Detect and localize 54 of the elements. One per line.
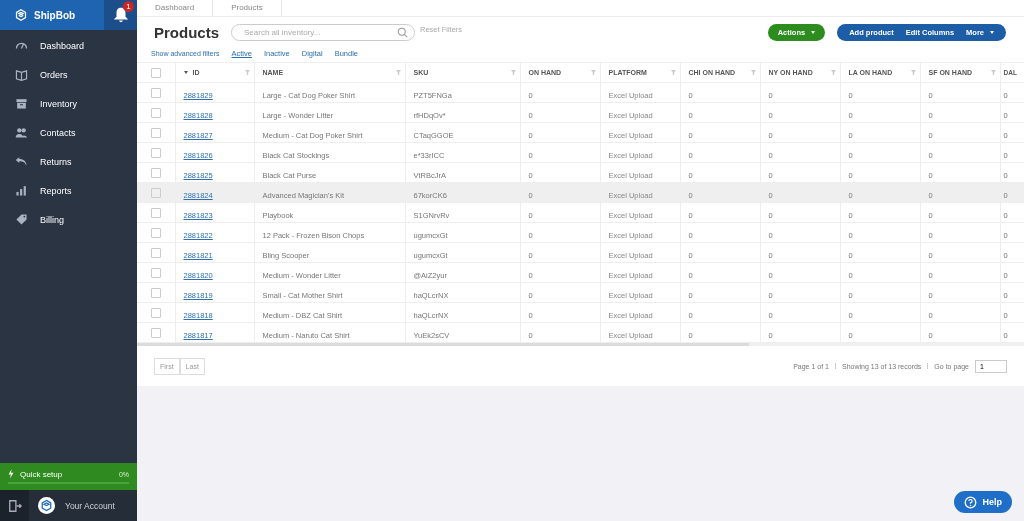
logout-button[interactable] [0,490,29,521]
logo-icon [15,9,27,21]
sidebar-item[interactable]: Dashboard [0,31,137,60]
notification-badge: 1 [123,1,134,12]
row-checkbox[interactable] [150,288,161,299]
filter-icon[interactable] [244,70,250,75]
bell-icon [111,6,130,24]
horizontal-scrollbar[interactable] [137,343,1024,346]
row-checkbox[interactable] [150,128,161,139]
lightning-icon [8,469,14,479]
help-icon [964,495,978,509]
breadcrumb-link[interactable]: Products [213,0,282,16]
account-link[interactable]: Your Account [65,500,115,511]
account-logo-icon [38,497,55,514]
filter-icon[interactable] [750,70,756,75]
row-checkbox[interactable] [150,88,161,99]
bar-chart-icon [15,184,28,197]
breadcrumb-link[interactable]: Dashboard [137,0,214,16]
tag-icon [15,213,28,226]
row-checkbox[interactable] [150,228,161,239]
book-icon [15,68,28,81]
row-checkbox[interactable] [150,308,161,319]
filter-icon[interactable] [590,70,596,75]
exit-door-icon [7,498,22,513]
filter-icon[interactable] [990,70,996,75]
sidebar-item[interactable]: Contacts [0,118,137,147]
box-icon [15,97,28,110]
row-checkbox[interactable] [150,328,161,339]
filter-icon[interactable] [510,70,516,75]
select-all-checkbox[interactable] [150,68,161,79]
notifications-button[interactable]: 1 [104,0,137,30]
page-title: Products [154,23,219,41]
row-checkbox[interactable] [150,148,161,159]
search-field[interactable]: Search all inventory... [231,23,415,41]
help-button[interactable]: Help [954,491,1012,513]
filter-icon[interactable] [670,70,676,75]
filter-icon[interactable] [830,70,836,75]
row-checkbox[interactable] [150,208,161,219]
row-checkbox[interactable] [150,268,161,279]
filter-icon[interactable] [910,70,916,75]
people-icon [15,126,28,139]
sidebar-item[interactable]: Orders [0,60,137,89]
sidebar-item[interactable]: Billing [0,205,137,234]
sidebar-item[interactable]: Inventory [0,89,137,118]
row-checkbox[interactable] [150,248,161,259]
sidebar-item[interactable]: Returns [0,147,137,176]
brand-name: ShipBob [34,9,76,21]
brand-bar[interactable]: ShipBob [0,0,104,30]
sidebar-item[interactable]: Reports [0,176,137,205]
filter-icon[interactable] [395,70,401,75]
quick-setup-label: Quick setup [20,469,64,479]
row-checkbox[interactable] [150,168,161,179]
row-checkbox[interactable] [150,188,161,199]
row-checkbox[interactable] [150,108,161,119]
